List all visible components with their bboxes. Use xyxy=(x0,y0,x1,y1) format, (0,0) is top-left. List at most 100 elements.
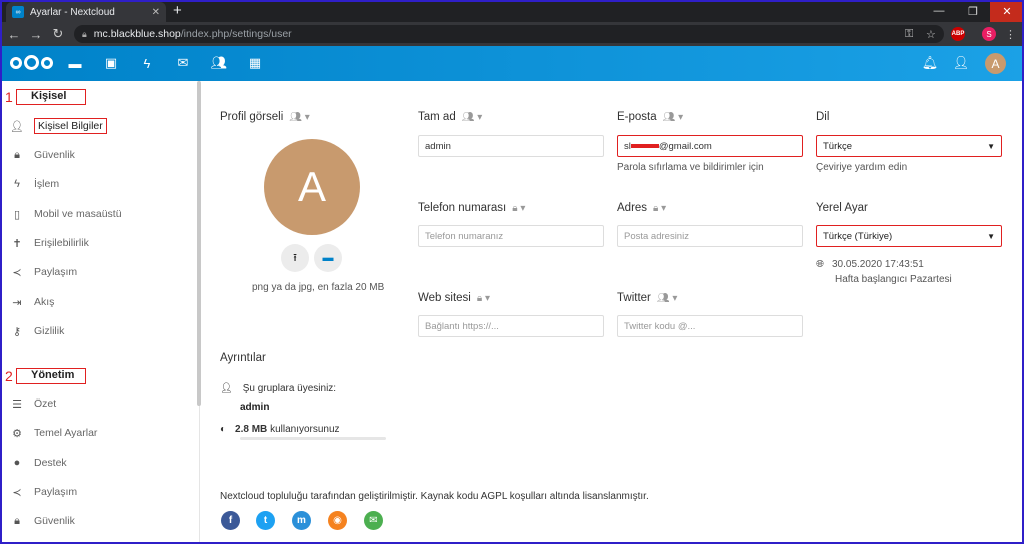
sidebar-item-overview[interactable]: ☰ Özet xyxy=(2,392,192,416)
url-path: /index.php/settings/user xyxy=(180,28,292,40)
help-translate-link[interactable]: Çeviriye yardım edin xyxy=(816,162,907,173)
minimize-button[interactable]: — xyxy=(922,0,956,22)
lock-icon: 🔒︎ xyxy=(82,28,87,39)
language-select[interactable]: Türkçe ▼ xyxy=(816,135,1002,157)
tab-close-icon[interactable]: ✕ xyxy=(152,7,160,18)
sidebar-item-support[interactable]: ● Destek xyxy=(2,451,192,475)
files-icon[interactable]: ▬ xyxy=(67,55,83,71)
email-input[interactable]: sl @gmail.com xyxy=(617,135,803,157)
user-icon: 👤︎ xyxy=(220,383,233,394)
scope-dropdown-icon[interactable]: 👥︎ ▾ xyxy=(462,112,483,123)
picture-hint: png ya da jpg, en fazla 20 MB xyxy=(252,282,385,293)
user-avatar-button[interactable]: A xyxy=(985,53,1006,74)
back-icon[interactable]: ← xyxy=(6,26,22,42)
mail-icon[interactable]: ✉ xyxy=(364,511,383,530)
bookmark-star-icon[interactable]: ☆ xyxy=(926,26,936,42)
email-label: E-posta 👥︎ ▾ xyxy=(617,111,684,123)
twitter-icon[interactable]: t xyxy=(256,511,275,530)
maximize-button[interactable]: ❐ xyxy=(956,0,990,22)
sidebar-item-security[interactable]: 🔒︎ Güvenlik xyxy=(2,143,192,167)
user-icon: 👤︎ xyxy=(10,120,24,133)
lock-scope-icon[interactable]: 🔒︎ ▾ xyxy=(477,293,490,304)
twitter-input[interactable]: Twitter kodu @... xyxy=(617,315,803,337)
mastodon-icon[interactable]: m xyxy=(292,511,311,530)
twitter-label: Twitter 👥︎ ▾ xyxy=(617,292,678,304)
sidebar-item-privacy[interactable]: ⚷ Gizlilik xyxy=(2,319,192,343)
forward-icon[interactable]: → xyxy=(28,26,44,42)
phone-label: Telefon numarası 🔒︎ ▾ xyxy=(418,202,526,214)
address-bar[interactable]: 🔒︎ mc.blackblue.shop/index.php/settings/… xyxy=(74,25,944,43)
lock-scope-icon[interactable]: 🔒︎ ▾ xyxy=(512,203,525,214)
profile-picture-heading: Profil görseli 👥︎ ▾ xyxy=(220,111,310,123)
website-input[interactable]: Bağlantı https://... xyxy=(418,315,604,337)
choose-from-files-button[interactable]: ▬ xyxy=(314,244,342,272)
share-icon: ≺ xyxy=(12,486,22,499)
mail-icon[interactable]: ✉ xyxy=(175,55,191,71)
contacts-menu-icon[interactable]: 👤︎ xyxy=(953,55,970,71)
contacts-icon[interactable]: 👥︎ xyxy=(211,55,228,71)
scope-dropdown-icon[interactable]: 👥︎ ▾ xyxy=(657,293,678,304)
locale-select[interactable]: Türkçe (Türkiye) ▼ xyxy=(816,225,1002,247)
redaction-mark xyxy=(630,144,659,148)
lock-scope-icon[interactable]: 🔒︎ ▾ xyxy=(653,203,666,214)
address-label: Adres 🔒︎ ▾ xyxy=(617,202,667,214)
scope-dropdown-icon[interactable]: 👥︎ ▾ xyxy=(289,112,310,123)
browser-tab[interactable]: ∞ Ayarlar - Nextcloud ✕ xyxy=(6,2,166,22)
locale-datetime: 🌐︎ 30.05.2020 17:43:51 xyxy=(816,259,924,270)
fullname-input[interactable]: admin xyxy=(418,135,604,157)
key-icon[interactable]: ⚿ xyxy=(905,26,913,42)
scope-dropdown-icon[interactable]: 👥︎ ▾ xyxy=(663,112,684,123)
sidebar-item-flow[interactable]: ⇥ Akış xyxy=(2,290,192,314)
close-window-button[interactable]: ✕ xyxy=(990,0,1024,22)
nextcloud-favicon-icon: ∞ xyxy=(12,6,24,18)
accessibility-icon: ✝︎ xyxy=(12,237,22,250)
sidebar-item-admin-security[interactable]: 🔒︎ Güvenlik xyxy=(2,509,192,533)
browser-menu-icon[interactable]: ⋮ xyxy=(1005,26,1016,42)
lock-icon: 🔒︎ xyxy=(14,148,20,161)
facebook-icon[interactable]: f xyxy=(221,511,240,530)
sidebar-item-admin-sharing[interactable]: ≺ Paylaşım xyxy=(2,480,192,504)
photos-icon[interactable]: ▣ xyxy=(103,55,119,71)
adblock-icon[interactable]: ABP xyxy=(951,26,965,42)
globe-icon: 🌐︎ xyxy=(816,259,824,270)
address-input[interactable]: Posta adresiniz xyxy=(617,225,803,247)
rss-icon[interactable]: ◉ xyxy=(328,511,347,530)
sidebar-item-personal-info[interactable]: 👤︎ Kişisel Bilgiler xyxy=(2,114,192,138)
new-tab-button[interactable]: + xyxy=(173,2,182,19)
notifications-icon[interactable]: 🔔︎ xyxy=(922,55,939,71)
annotation-number-1: 1 xyxy=(5,89,13,105)
activity-icon[interactable]: ϟ xyxy=(139,55,155,71)
gear-icon: ⚙ xyxy=(12,427,22,440)
pie-chart-icon: ◐ xyxy=(220,424,227,435)
usage-row: ◐ 2.8 MB kullanıyorsunuz xyxy=(220,424,340,435)
sidebar-scrollbar[interactable] xyxy=(197,81,201,406)
profile-avatar-large: A xyxy=(264,139,360,235)
profile-avatar[interactable]: S xyxy=(982,26,996,42)
annotation-number-2: 2 xyxy=(5,368,13,384)
activity-icon: ϟ xyxy=(14,178,20,190)
section-administration: Yönetim xyxy=(16,368,86,384)
browser-toolbar: ← → ↻ 🔒︎ mc.blackblue.shop/index.php/set… xyxy=(0,22,1024,46)
key-icon: ⚷ xyxy=(12,325,22,338)
nextcloud-header: ▬ ▣ ϟ ✉ 👥︎ ▦ 🔔︎ 👤︎ A xyxy=(0,46,1024,81)
upload-picture-button[interactable]: ⭱ xyxy=(281,244,309,272)
sidebar-item-activity[interactable]: ϟ İşlem xyxy=(2,172,192,196)
tab-title: Ayarlar - Nextcloud xyxy=(30,6,115,18)
sidebar-item-basic-settings[interactable]: ⚙ Temel Ayarlar xyxy=(2,421,192,445)
chevron-down-icon: ▼ xyxy=(987,231,995,241)
sidebar-item-mobile-desktop[interactable]: ▯ Mobil ve masaüstü xyxy=(2,202,192,226)
quota-bar xyxy=(240,437,386,440)
phone-input[interactable]: Telefon numaranız xyxy=(418,225,604,247)
sidebar-item-accessibility[interactable]: ✝︎ Erişilebilirlik xyxy=(2,231,192,255)
footer-text: Nextcloud topluluğu tarafından geliştiri… xyxy=(220,491,649,502)
locale-label: Yerel Ayar xyxy=(816,202,868,214)
nextcloud-logo-icon[interactable] xyxy=(10,55,53,70)
lock-icon: 🔒︎ xyxy=(14,514,20,527)
groups-row: 👤︎ Şu gruplara üyesiniz: xyxy=(220,383,337,394)
sidebar-item-sharing[interactable]: ≺ Paylaşım xyxy=(2,260,192,284)
browser-tab-bar: ∞ Ayarlar - Nextcloud ✕ + — ❐ ✕ xyxy=(0,0,1024,22)
share-icon: ≺ xyxy=(12,266,22,279)
calendar-icon[interactable]: ▦ xyxy=(247,55,263,71)
reload-icon[interactable]: ↻ xyxy=(50,26,66,42)
chevron-down-icon: ▼ xyxy=(987,141,995,151)
